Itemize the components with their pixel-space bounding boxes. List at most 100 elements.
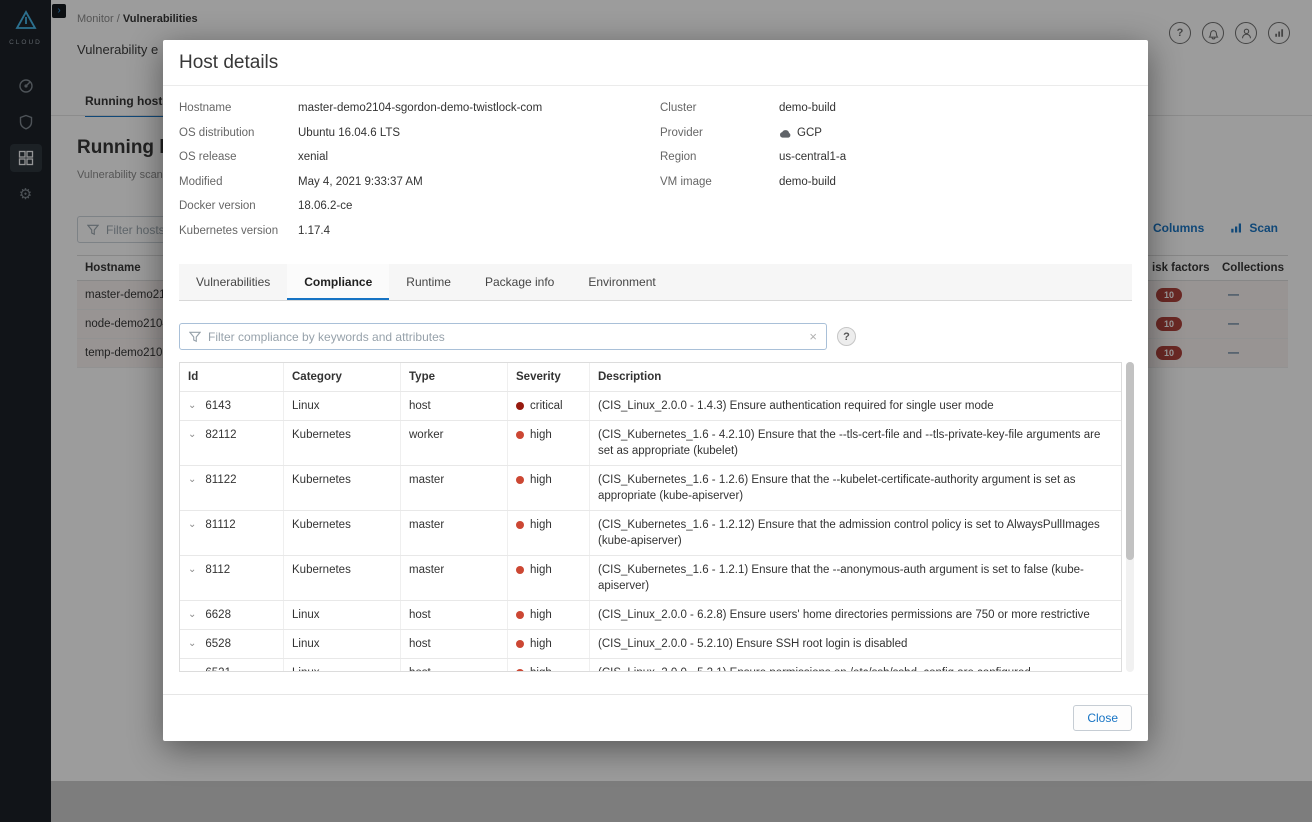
compliance-row: ⌄ 6528 Linux host high (CIS_Linux_2.0.0 - 5.2…	[180, 630, 1121, 659]
detail-row: Cluster demo-build	[660, 100, 846, 117]
type-cell: master	[401, 556, 508, 600]
clear-filter-icon[interactable]: ×	[809, 330, 817, 343]
row-id: 6143	[205, 400, 231, 412]
column-header-severity[interactable]: Severity	[508, 363, 590, 391]
modal-footer: Close	[163, 694, 1148, 741]
detail-value-text: GCP	[797, 126, 822, 139]
type-cell: master	[401, 466, 508, 510]
detail-value-text: May 4, 2021 9:33:37 AM	[298, 175, 423, 188]
id-cell: ⌄ 6143	[180, 392, 284, 420]
severity-cell: high	[508, 421, 590, 465]
detail-row: VM image demo-build	[660, 174, 846, 191]
tab-environment[interactable]: Environment	[571, 264, 672, 300]
severity-dot-high	[516, 611, 524, 619]
host-details-modal: Host details Hostname master-demo2104-sgo…	[163, 40, 1148, 741]
severity-cell: high	[508, 466, 590, 510]
details-left-column: Hostname master-demo2104-sgordon-demo-twi…	[179, 100, 660, 247]
compliance-filter-input-wrap: ×	[179, 323, 827, 350]
category-cell: Kubernetes	[284, 511, 401, 555]
type-cell: worker	[401, 421, 508, 465]
detail-value: May 4, 2021 9:33:37 AM	[298, 174, 423, 191]
tab-runtime[interactable]: Runtime	[389, 264, 468, 300]
compliance-table-header: Id Category Type Severity Description	[180, 363, 1121, 392]
severity-cell: critical	[508, 392, 590, 420]
severity-dot-high	[516, 431, 524, 439]
detail-value: GCP	[779, 125, 822, 142]
detail-value: master-demo2104-sgordon-demo-twistlock-c…	[298, 100, 542, 117]
chevron-down-icon[interactable]: ⌄	[188, 472, 196, 487]
row-id: 81112	[205, 519, 236, 531]
category-cell: Linux	[284, 392, 401, 420]
chevron-down-icon[interactable]: ⌄	[188, 427, 196, 442]
id-cell: ⌄ 6628	[180, 601, 284, 629]
row-id: 82112	[205, 429, 237, 441]
detail-value: Ubuntu 16.04.6 LTS	[298, 125, 400, 142]
detail-label: OS release	[179, 151, 237, 163]
type-cell: host	[401, 392, 508, 420]
modal-header: Host details	[163, 40, 1148, 86]
detail-label: VM image	[660, 175, 712, 188]
column-header-type[interactable]: Type	[401, 363, 508, 391]
description-cell: (CIS_Linux_2.0.0 - 6.2.8) Ensure users' …	[598, 609, 1090, 621]
compliance-row: ⌄ 8112 Kubernetes master high (CIS_Kubernetes…	[180, 556, 1121, 601]
severity-dot-high	[516, 521, 524, 529]
row-id: 6521	[205, 665, 231, 671]
host-details-section: Hostname master-demo2104-sgordon-demo-twi…	[179, 100, 1132, 247]
detail-value: 18.06.2-ce	[298, 198, 352, 215]
chevron-down-icon[interactable]: ⌄	[188, 636, 196, 651]
detail-label: Hostname	[179, 102, 232, 114]
detail-value: xenial	[298, 149, 328, 166]
detail-row: Kubernetes version 1.17.4	[179, 223, 660, 240]
detail-label: Docker version	[179, 200, 256, 212]
severity-cell: high	[508, 511, 590, 555]
detail-value: 1.17.4	[298, 223, 330, 240]
funnel-icon	[189, 331, 201, 342]
detail-label: Modified	[179, 175, 223, 188]
column-header-category[interactable]: Category	[284, 363, 401, 391]
tab-compliance[interactable]: Compliance	[287, 264, 390, 300]
row-id: 81122	[205, 474, 237, 486]
column-header-description[interactable]: Description	[590, 363, 1121, 391]
chevron-down-icon[interactable]: ⌄	[188, 607, 196, 622]
column-header-id[interactable]: Id	[180, 363, 284, 391]
description-cell: (CIS_Kubernetes_1.6 - 1.2.6) Ensure that…	[598, 474, 1076, 502]
compliance-filter-row: × ?	[179, 323, 856, 350]
severity-label: high	[530, 429, 552, 441]
detail-value: demo-build	[779, 100, 836, 117]
table-scrollbar[interactable]	[1126, 362, 1134, 672]
severity-label: high	[530, 638, 552, 650]
detail-row: Modified May 4, 2021 9:33:37 AM	[179, 174, 660, 191]
detail-row: OS release xenial	[179, 149, 660, 166]
severity-dot-high	[516, 669, 524, 671]
filter-help-icon[interactable]: ?	[837, 327, 856, 346]
chevron-down-icon[interactable]: ⌄	[188, 517, 196, 532]
category-cell: Linux	[284, 630, 401, 658]
scrollbar-thumb[interactable]	[1126, 362, 1134, 560]
description-cell: (CIS_Kubernetes_1.6 - 1.2.12) Ensure tha…	[598, 519, 1100, 547]
detail-row: Docker version 18.06.2-ce	[179, 198, 660, 215]
description-cell: (CIS_Linux_2.0.0 - 5.2.1) Ensure permiss…	[590, 659, 1121, 671]
detail-value: demo-build	[779, 174, 836, 191]
description-cell: (CIS_Linux_2.0.0 - 5.2.10) Ensure SSH ro…	[598, 638, 908, 650]
row-id: 6528	[205, 638, 231, 650]
chevron-down-icon[interactable]: ⌄	[188, 562, 196, 577]
severity-cell: high	[508, 601, 590, 629]
close-button[interactable]: Close	[1073, 705, 1132, 731]
tab-vulnerabilities[interactable]: Vulnerabilities	[179, 264, 287, 300]
type-cell: host	[401, 630, 508, 658]
severity-label: high	[530, 474, 552, 486]
chevron-down-icon[interactable]: ⌄	[188, 665, 196, 671]
chevron-down-icon[interactable]: ⌄	[188, 398, 196, 413]
category-cell: Kubernetes	[284, 421, 401, 465]
detail-value-text: Ubuntu 16.04.6 LTS	[298, 126, 401, 139]
compliance-table-body: ⌄ 6143 Linux host critical (CIS_Linux_2.0.0 -…	[180, 392, 1121, 671]
detail-row: OS distribution Ubuntu 16.04.6 LTS	[179, 125, 660, 142]
severity-dot-high	[516, 640, 524, 648]
severity-label: high	[530, 667, 552, 671]
tab-package-info[interactable]: Package info	[468, 264, 571, 300]
compliance-filter-input[interactable]	[208, 329, 803, 344]
detail-label: Region	[660, 151, 697, 163]
category-cell: Linux	[284, 601, 401, 629]
id-cell: ⌄ 81112	[180, 511, 284, 555]
description-cell: (CIS_Linux_2.0.0 - 1.4.3) Ensure authent…	[598, 400, 994, 412]
